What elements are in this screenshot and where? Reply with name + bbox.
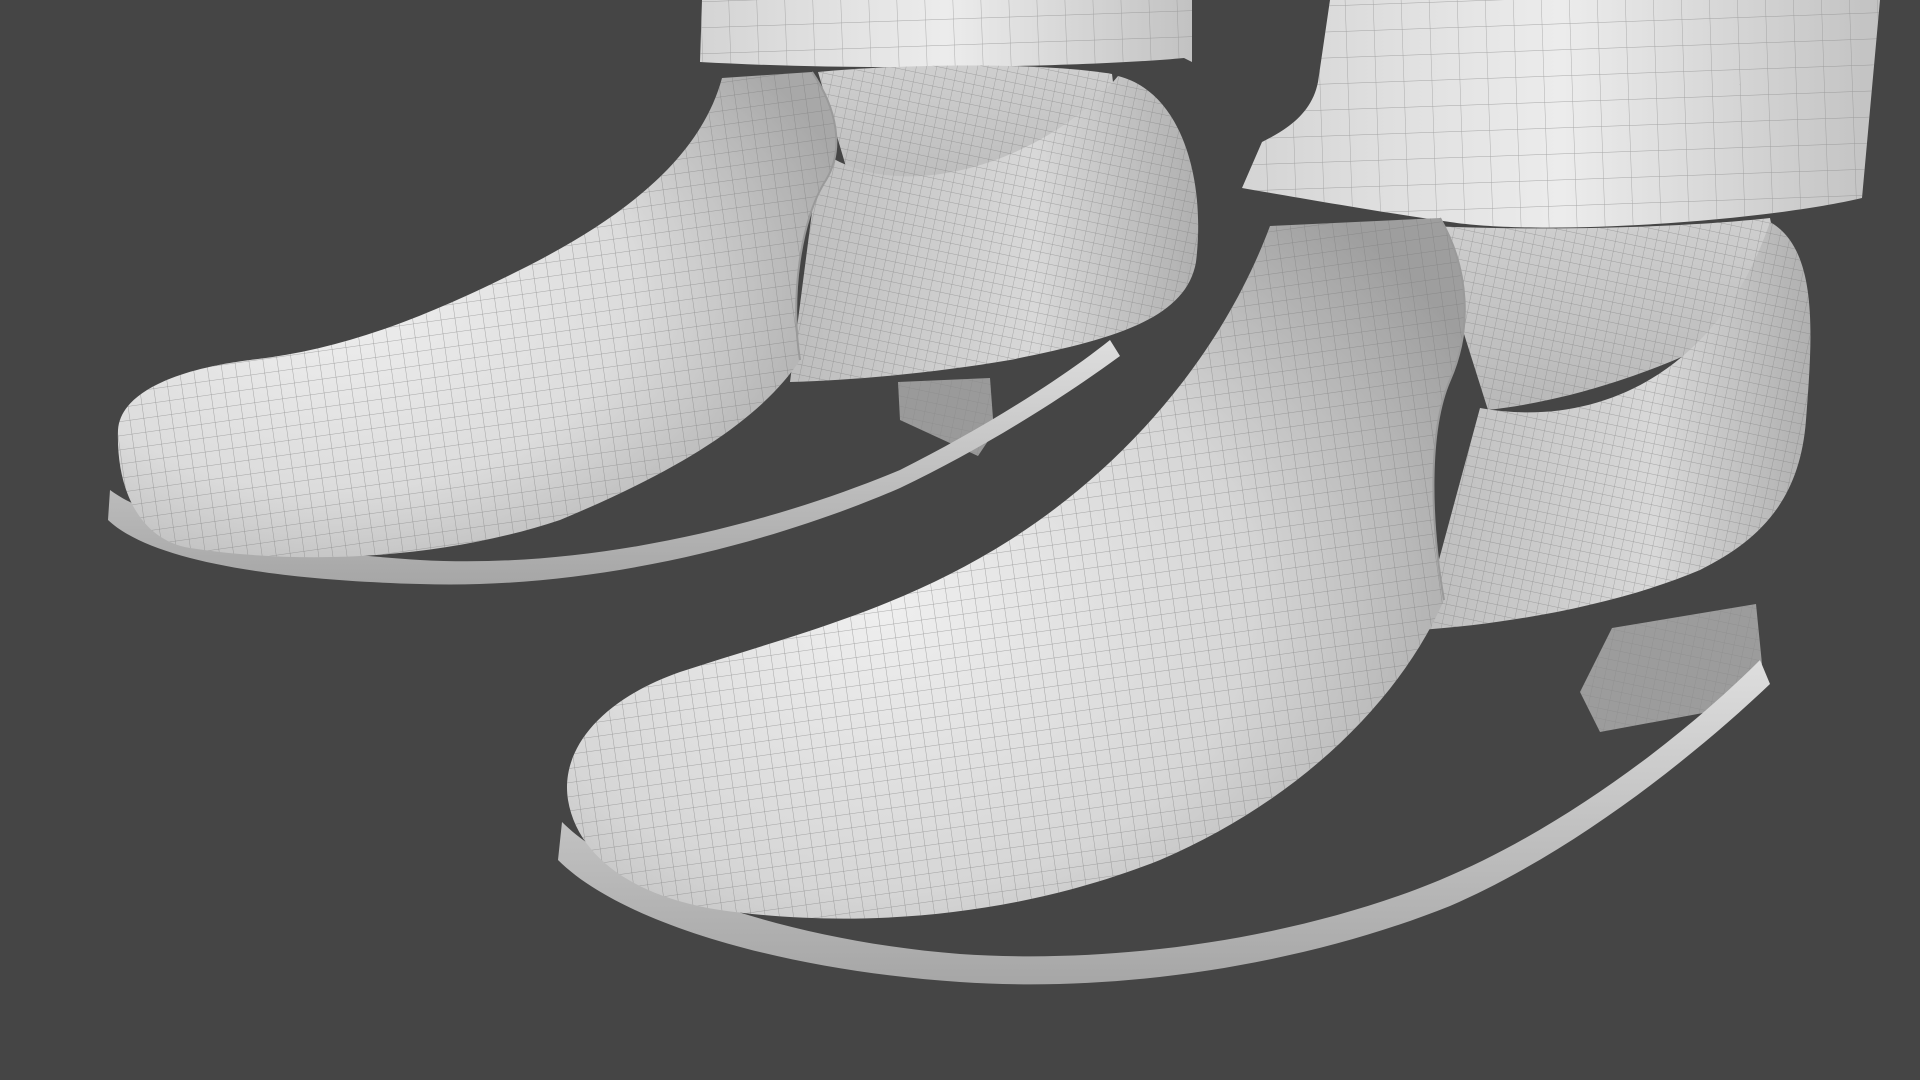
left-trouser-cuff	[700, 0, 1192, 68]
wireframe-render	[108, 0, 1880, 985]
right-trouser-cuff	[1242, 0, 1880, 228]
left-shoe	[108, 65, 1199, 585]
render-viewport	[0, 0, 1920, 1080]
